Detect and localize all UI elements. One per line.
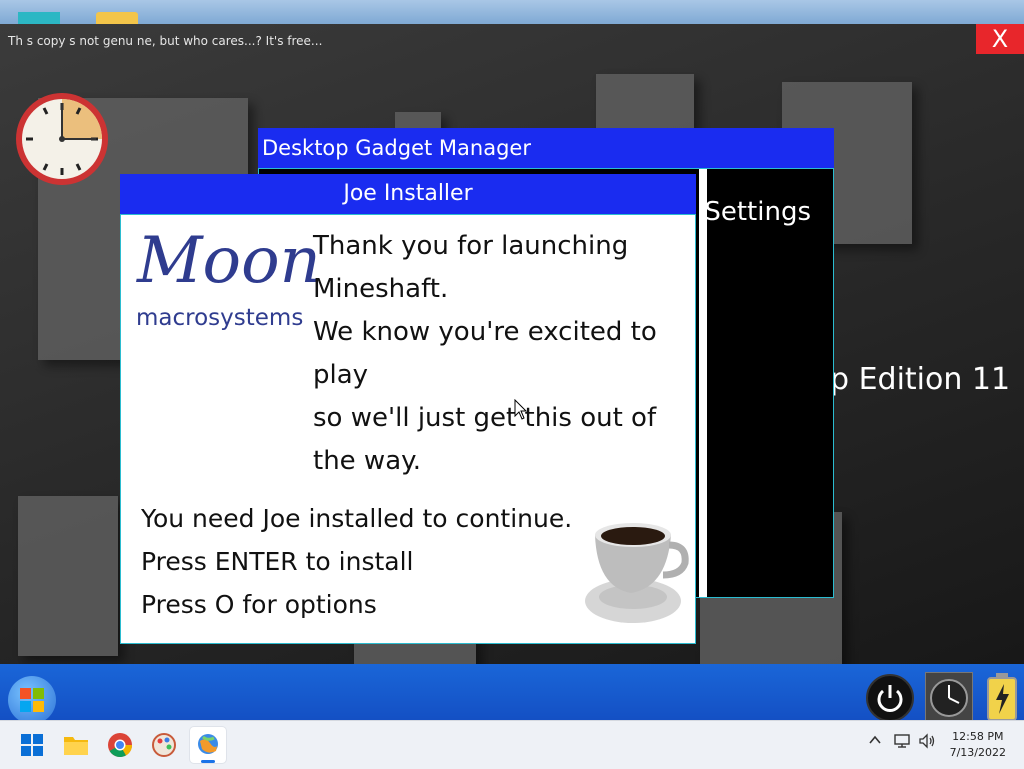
file-explorer-icon[interactable] bbox=[58, 727, 94, 763]
thanks-message: Thank you for launching Mineshaft. We kn… bbox=[313, 225, 695, 483]
gadget-manager-titlebar[interactable]: Desktop Gadget Manager bbox=[258, 128, 834, 168]
moon-logo-tagline: macrosystems bbox=[136, 305, 304, 331]
volume-icon[interactable] bbox=[918, 733, 936, 753]
clock-icon[interactable] bbox=[14, 79, 110, 197]
mouse-cursor-icon bbox=[514, 399, 528, 420]
clock-time: 12:58 PM bbox=[952, 730, 1004, 743]
power-icon[interactable] bbox=[866, 674, 914, 720]
edition-text: p Edition 11 bbox=[830, 362, 1011, 397]
installer-titlebar[interactable]: Joe Installer bbox=[120, 174, 696, 214]
windows-start-icon[interactable] bbox=[14, 727, 50, 763]
desktop-top-strip bbox=[0, 0, 1024, 26]
windows-logo-icon[interactable] bbox=[8, 676, 56, 720]
network-icon[interactable] bbox=[894, 733, 912, 753]
fullscreen-app: Th s copy s not genu ne, but who cares..… bbox=[0, 24, 1024, 720]
gadget-manager-panel-edge bbox=[699, 169, 707, 597]
taskbar: 12:58 PM 7/13/2022 bbox=[0, 720, 1024, 769]
options-prompt[interactable]: Press O for options bbox=[141, 583, 572, 626]
thanks-line: We know you're excited to play bbox=[313, 317, 657, 390]
system-clock[interactable]: 12:58 PM 7/13/2022 bbox=[950, 729, 1006, 761]
battery-icon[interactable] bbox=[985, 672, 1019, 720]
close-button[interactable]: X bbox=[976, 24, 1024, 54]
background-tile bbox=[18, 496, 118, 656]
chrome-icon[interactable] bbox=[102, 727, 138, 763]
settings-button[interactable]: Settings bbox=[704, 197, 811, 227]
chevron-up-icon[interactable] bbox=[868, 733, 882, 751]
clock-date: 7/13/2022 bbox=[949, 746, 1006, 759]
globe-app-icon[interactable] bbox=[190, 727, 226, 763]
thanks-line: so we'll just get this out of the way. bbox=[313, 403, 657, 476]
instruction-line: You need Joe installed to continue. bbox=[141, 504, 573, 533]
coffee-cup-icon bbox=[585, 523, 689, 623]
background-tile bbox=[596, 74, 694, 130]
genuine-notice: Th s copy s not genu ne, but who cares..… bbox=[8, 34, 323, 48]
install-prompt[interactable]: Press ENTER to install bbox=[141, 540, 572, 583]
install-instructions: You need Joe installed to continue. Pres… bbox=[141, 497, 572, 626]
paint-icon[interactable] bbox=[146, 727, 182, 763]
clock-gadget-icon[interactable] bbox=[925, 672, 973, 720]
thanks-line: Thank you for launching Mineshaft. bbox=[313, 231, 629, 304]
moon-logo: Moon bbox=[137, 224, 321, 298]
installer-window: Moon macrosystems Thank you for launchin… bbox=[120, 214, 696, 644]
